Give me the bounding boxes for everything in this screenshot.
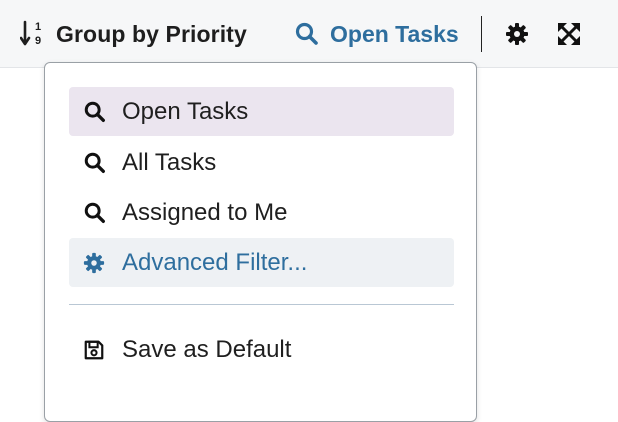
search-icon <box>83 151 111 175</box>
menu-item-label: Advanced Filter... <box>122 248 308 276</box>
menu-item-all-tasks[interactable]: All Tasks <box>69 138 454 187</box>
svg-text:1: 1 <box>35 21 41 33</box>
settings-button[interactable] <box>503 14 531 54</box>
menu-item-label: Open Tasks <box>122 97 249 125</box>
menu-item-advanced-filter[interactable]: Advanced Filter... <box>69 238 454 287</box>
filter-label: Open Tasks <box>330 20 459 47</box>
open-tasks-filter-button[interactable]: Open Tasks <box>294 14 459 54</box>
svg-text:9: 9 <box>35 35 41 47</box>
toolbar: 1 9 Group by Priority Open Tasks <box>0 0 618 68</box>
group-by-priority-button[interactable]: 1 9 Group by Priority <box>20 14 247 54</box>
menu-item-label: Assigned to Me <box>122 198 288 226</box>
toolbar-divider <box>481 16 482 52</box>
sort-numeric-icon: 1 9 <box>20 19 46 49</box>
group-by-label: Group by Priority <box>56 20 247 47</box>
filter-dropdown-menu: Open Tasks All Tasks Assigned to Me Adva… <box>44 62 477 422</box>
menu-item-save-as-default[interactable]: Save as Default <box>69 325 454 374</box>
search-icon <box>294 21 320 47</box>
menu-divider <box>69 304 454 305</box>
gear-icon <box>505 22 529 46</box>
search-icon <box>83 201 111 225</box>
menu-item-label: All Tasks <box>122 148 217 176</box>
menu-item-open-tasks[interactable]: Open Tasks <box>69 87 454 136</box>
save-icon <box>83 339 111 361</box>
menu-item-label: Save as Default <box>122 335 292 363</box>
expand-icon <box>556 21 582 47</box>
gear-icon <box>83 252 111 274</box>
menu-item-assigned-to-me[interactable]: Assigned to Me <box>69 188 454 237</box>
search-icon <box>83 100 111 124</box>
fullscreen-button[interactable] <box>554 14 584 54</box>
